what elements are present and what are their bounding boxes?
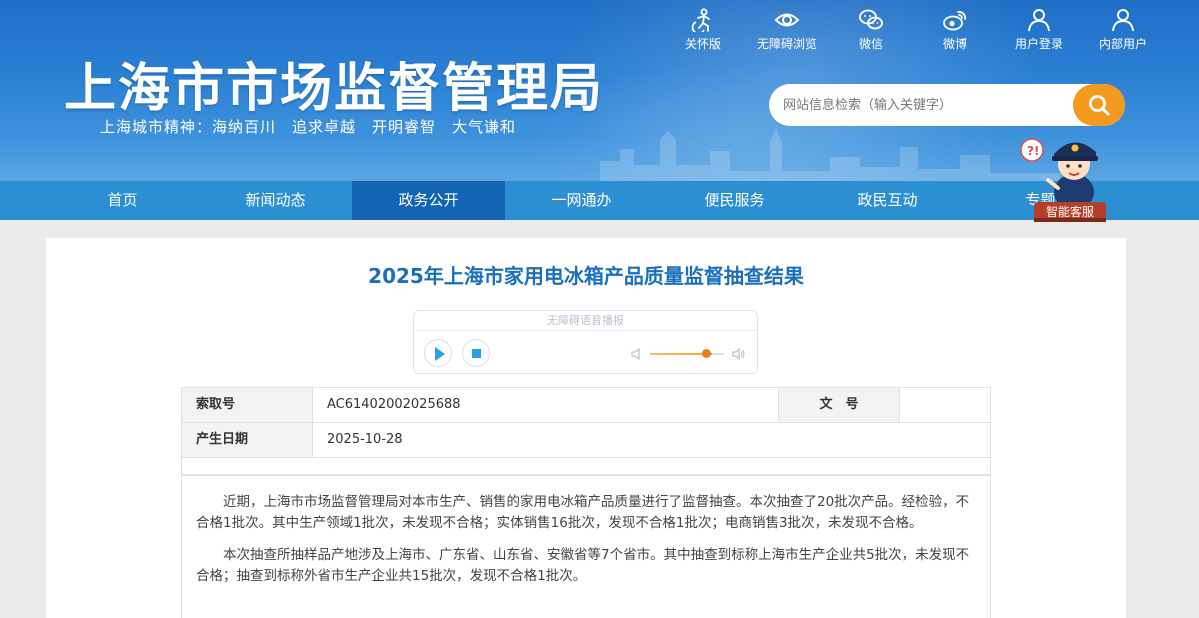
volume-low-icon[interactable] [630,347,644,361]
skyline-decoration [600,127,1060,181]
nav-item-home[interactable]: 首页 [46,181,199,220]
volume-slider-rest [712,353,724,355]
svg-text:?!: ?! [1027,144,1039,158]
play-button[interactable] [424,339,452,367]
search-button[interactable] [1073,84,1125,126]
article-body: 近期，上海市市场监督管理局对本市生产、销售的家用电冰箱产品质量进行了监督抽查。本… [181,474,991,618]
accessibility-icon [691,8,710,32]
nav-item-online-services[interactable]: 一网通办 [505,181,658,220]
index-number-label: 索取号 [182,388,313,422]
toplink-label: 无障碍浏览 [756,37,817,51]
top-links: 关怀版 无障碍浏览 微信 微博 用户登录 内部用户 [664,8,1168,52]
search-box [769,84,1125,126]
date-label: 产生日期 [182,423,313,457]
wechat-icon [859,9,883,30]
volume-knob[interactable] [702,349,711,358]
toplink-label: 内部用户 [1098,37,1147,51]
document-info-table: 索取号 AC61402002025688 文 号 产生日期 2025-10-28 [181,387,991,476]
smart-customer-service[interactable]: ?! 智能客服 [1018,128,1110,224]
article-card: 2025年上海市家用电冰箱产品质量监督抽查结果 无障碍语音播报 索取号 AC61… [46,238,1126,618]
eye-icon [774,13,800,27]
toplink-label: 微博 [942,37,967,51]
info-row: 索取号 AC61402002025688 文 号 [182,388,990,423]
article-paragraph: 本次抽查所抽样品产地涉及上海市、广东省、山东省、安徽省等7个省市。其中抽查到标称… [196,547,970,584]
search-input[interactable] [783,94,1063,116]
toplink-internal-user[interactable]: 内部用户 [1084,8,1162,52]
toplink-weibo[interactable]: 微博 [916,8,994,52]
toplink-user-login[interactable]: 用户登录 [1000,8,1078,52]
toplink-accessible[interactable]: 无障碍浏览 [748,8,826,52]
toplink-label: 关怀版 [684,37,721,51]
volume-high-icon[interactable] [732,347,746,361]
nav-item-news[interactable]: 新闻动态 [199,181,352,220]
index-number-value: AC61402002025688 [313,388,779,422]
toplink-wechat[interactable]: 微信 [832,8,910,52]
info-row-spacer [182,458,990,475]
nav-item-interaction[interactable]: 政民互动 [811,181,964,220]
article-title: 2025年上海市家用电冰箱产品质量监督抽查结果 [368,264,804,288]
date-value: 2025-10-28 [327,432,403,447]
toplink-label: 微信 [858,37,883,51]
info-row: 产生日期 2025-10-28 [182,423,990,458]
user-icon [1028,9,1050,32]
document-number-label: 文 号 [779,388,900,422]
toplink-care-mode[interactable]: 关怀版 [664,8,742,52]
article-paragraph: 近期，上海市市场监督管理局对本市生产、销售的家用电冰箱产品质量进行了监督抽查。本… [196,494,970,531]
toplink-label: 用户登录 [1014,37,1063,51]
player-label: 无障碍语音播报 [414,311,757,331]
weibo-icon [943,11,966,31]
site-title: 上海市市场监督管理局 [64,59,605,119]
nav-item-government-affairs[interactable]: 政务公开 [352,181,505,220]
stop-button[interactable] [462,339,490,367]
nav-item-public-services[interactable]: 便民服务 [658,181,811,220]
document-number-value [900,388,990,422]
city-slogan: 上海城市精神：海纳百川 追求卓越 开明睿智 大气谦和 [100,118,517,136]
mascot-label: 智能客服 [1045,205,1094,219]
user-icon [1112,9,1134,32]
audio-player: 无障碍语音播报 [413,310,758,374]
search-icon [1089,95,1110,116]
